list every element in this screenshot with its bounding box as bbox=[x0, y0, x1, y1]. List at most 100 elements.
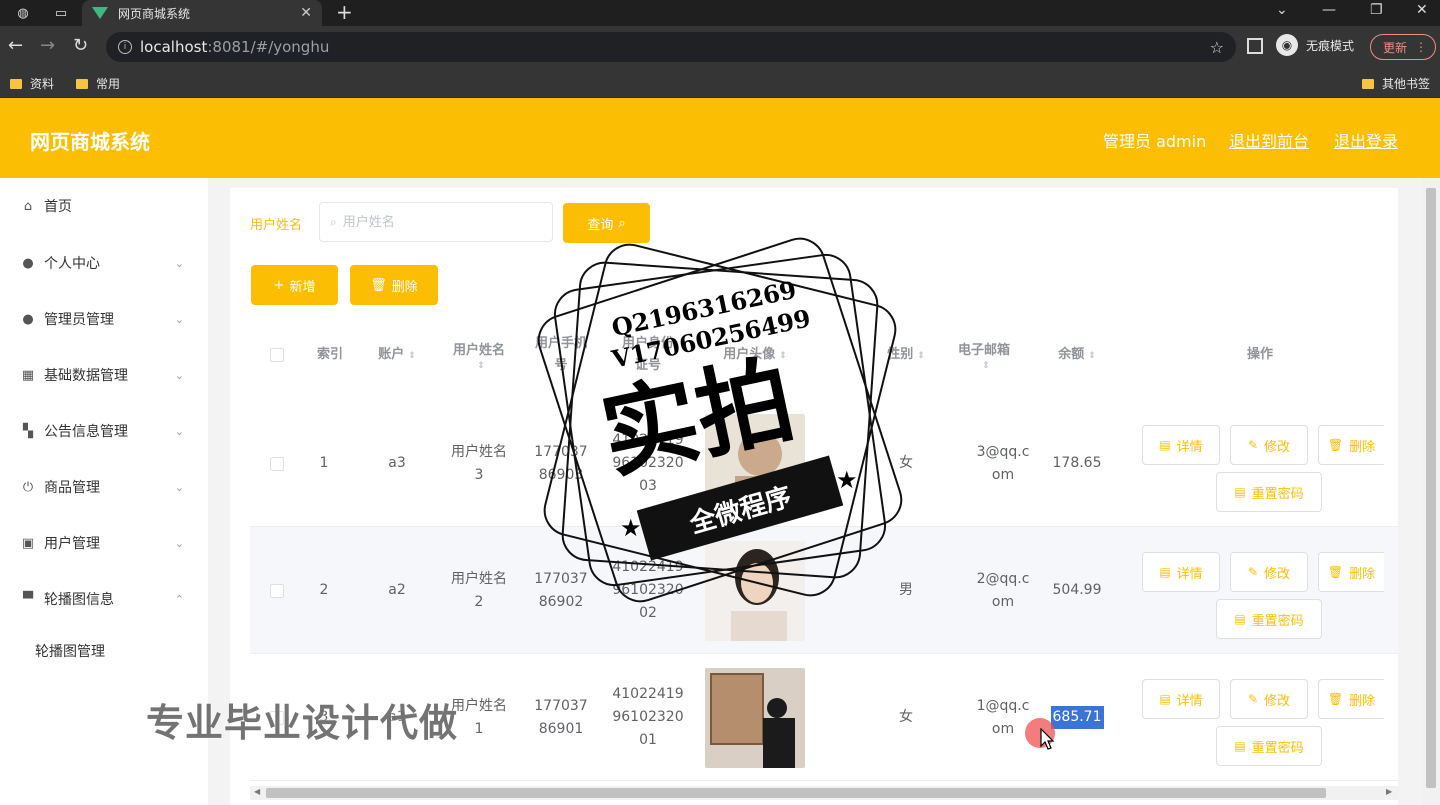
minimize-icon[interactable]: — bbox=[1322, 2, 1336, 18]
search-icon: ⌕ bbox=[618, 215, 626, 231]
incognito-label: 无痕模式 bbox=[1306, 38, 1355, 53]
header-avatar[interactable]: 用户头像 ⇕ bbox=[694, 310, 816, 400]
cell-email: 3@qq.com bbox=[976, 443, 1030, 483]
trash-icon: 🗑 bbox=[1327, 438, 1344, 452]
bookmark-label: 常用 bbox=[96, 77, 121, 91]
edit-button[interactable]: ✎ 修改 bbox=[1230, 425, 1308, 465]
sidebar-item-profile[interactable]: ● 个人中心 ⌄ bbox=[0, 235, 208, 291]
folder-icon bbox=[1362, 78, 1374, 89]
sidebar-subitem-carousel-manage[interactable]: 轮播图管理 bbox=[0, 626, 208, 676]
row-checkbox[interactable] bbox=[270, 456, 284, 471]
star-icon[interactable]: ☆ bbox=[1210, 38, 1224, 57]
header-phone[interactable]: 用户手机号 bbox=[520, 310, 602, 400]
update-button[interactable]: 更新 ⋮ bbox=[1370, 34, 1436, 60]
document-icon: ▤ bbox=[1159, 692, 1171, 706]
table-header: 索引 账户 ⇕ 用户姓名 ⇕ 用户手机号 用户身份证号 用户头像 ⇕ 性别 ⇕ 电子邮箱… bbox=[250, 310, 1398, 400]
tab-search-icon[interactable]: ▭ bbox=[52, 4, 70, 22]
row-select[interactable] bbox=[250, 400, 304, 527]
other-bookmarks[interactable]: 其他书签 bbox=[1362, 75, 1430, 92]
power-icon: ⏻ bbox=[22, 479, 34, 495]
bookmark-folder[interactable]: 常用 bbox=[76, 75, 120, 92]
cell-balance: 685.71 bbox=[1032, 654, 1122, 781]
delete-button[interactable]: 🗑 删除 bbox=[350, 265, 438, 305]
header-idcard[interactable]: 用户身份证号 bbox=[602, 310, 694, 400]
chevron-down-icon[interactable]: ⌄ bbox=[1276, 2, 1288, 18]
vertical-scrollbar[interactable] bbox=[1422, 178, 1440, 805]
edit-button[interactable]: ✎ 修改 bbox=[1230, 552, 1308, 592]
scroll-thumb[interactable] bbox=[266, 788, 1326, 798]
detail-button[interactable]: ▤ 详情 bbox=[1142, 552, 1220, 592]
vue-logo-icon bbox=[92, 7, 108, 19]
tab-active[interactable]: 网页商城系统 ✕ bbox=[82, 0, 322, 26]
avatar-image[interactable] bbox=[705, 540, 805, 641]
sidebar-item-home[interactable]: ⌂ 首页 bbox=[0, 178, 208, 234]
back-icon[interactable]: ← bbox=[8, 36, 23, 56]
row-delete-button[interactable]: 🗑 删除 bbox=[1318, 425, 1384, 465]
row-delete-button[interactable]: 🗑 删除 bbox=[1318, 679, 1384, 719]
close-icon[interactable]: ✕ bbox=[300, 5, 312, 21]
sidebar-item-carousel[interactable]: ▀ 轮播图信息 ⌃ bbox=[0, 571, 208, 627]
query-button[interactable]: 查询 ⌕ bbox=[563, 203, 650, 243]
avatar-image[interactable] bbox=[705, 413, 805, 514]
sidebar-item-label: 基础数据管理 bbox=[44, 368, 128, 384]
reload-icon[interactable]: ↻ bbox=[73, 36, 88, 56]
header-name[interactable]: 用户姓名 ⇕ bbox=[438, 310, 520, 400]
cell-email: 1@qq.com bbox=[976, 697, 1030, 737]
info-icon[interactable]: i bbox=[118, 40, 132, 54]
search-label: 用户姓名 bbox=[250, 218, 303, 233]
url-host: localhost bbox=[140, 38, 208, 56]
header-email[interactable]: 电子邮箱 ⇕ bbox=[936, 310, 1032, 400]
add-button[interactable]: + 新增 bbox=[251, 265, 338, 305]
maximize-icon[interactable]: ❐ bbox=[1370, 2, 1383, 18]
to-front-link[interactable]: 退出到前台 bbox=[1229, 128, 1309, 152]
document-icon: ▤ bbox=[1159, 438, 1171, 452]
cell-balance: 178.65 bbox=[1052, 455, 1102, 471]
sidebar-item-basedata[interactable]: ▦ 基础数据管理 ⌄ bbox=[0, 347, 208, 403]
sidebar-item-admins[interactable]: ● 管理员管理 ⌄ bbox=[0, 291, 208, 347]
sidebar-item-notices[interactable]: ▚ 公告信息管理 ⌄ bbox=[0, 403, 208, 459]
detail-button[interactable]: ▤ 详情 bbox=[1142, 679, 1220, 719]
edit-button[interactable]: ✎ 修改 bbox=[1230, 679, 1308, 719]
reset-password-button[interactable]: ▤ 重置密码 bbox=[1216, 472, 1322, 512]
header-balance[interactable]: 余额 ⇕ bbox=[1032, 310, 1122, 400]
row-checkbox[interactable] bbox=[270, 583, 284, 598]
header-select-all[interactable] bbox=[250, 310, 304, 400]
forward-icon[interactable]: → bbox=[40, 36, 55, 56]
app-title: 网页商城系统 bbox=[30, 130, 150, 154]
sort-icon: ⇕ bbox=[917, 351, 925, 361]
sidebar-item-label: 管理员管理 bbox=[44, 312, 114, 328]
detail-button[interactable]: ▤ 详情 bbox=[1142, 425, 1220, 465]
sidebar-item-users[interactable]: ▣ 用户管理 ⌄ bbox=[0, 515, 208, 571]
chevron-up-icon: ⌃ bbox=[174, 592, 184, 606]
scroll-thumb[interactable] bbox=[1426, 188, 1436, 788]
logout-link[interactable]: 退出登录 bbox=[1334, 128, 1398, 152]
document-icon: ▤ bbox=[1234, 739, 1246, 753]
scroll-left-icon[interactable]: ◀ bbox=[254, 787, 260, 796]
new-tab-icon[interactable]: + bbox=[336, 2, 353, 22]
cell-phone: 17703786902 bbox=[534, 570, 588, 610]
sidebar-item-label: 首页 bbox=[44, 199, 72, 215]
add-label: 新增 bbox=[289, 279, 316, 295]
incognito-indicator[interactable]: ◉ 无痕模式 bbox=[1276, 34, 1354, 56]
horizontal-scrollbar[interactable]: ◀ ▶ bbox=[250, 786, 1398, 800]
row-delete-button[interactable]: 🗑 删除 bbox=[1318, 552, 1384, 592]
document-icon: ▤ bbox=[1234, 485, 1246, 499]
avatar-image[interactable] bbox=[705, 667, 805, 768]
reset-password-button[interactable]: ▤ 重置密码 bbox=[1216, 599, 1322, 639]
globe-icon[interactable]: ◍ bbox=[14, 4, 32, 22]
scroll-right-icon[interactable]: ▶ bbox=[1386, 787, 1392, 796]
search-icon: ⌕ bbox=[330, 214, 337, 229]
bookmark-folder[interactable]: 资料 bbox=[10, 75, 54, 92]
side-panel-icon[interactable] bbox=[1247, 38, 1263, 54]
search-field[interactable]: ⌕ bbox=[319, 202, 553, 242]
header-gender[interactable]: 性别 ⇕ bbox=[876, 310, 936, 400]
window-close-icon[interactable]: ✕ bbox=[1416, 2, 1428, 18]
sidebar-item-goods[interactable]: ⏻ 商品管理 ⌄ bbox=[0, 459, 208, 515]
select-all-checkbox[interactable] bbox=[270, 348, 284, 362]
row-select[interactable] bbox=[250, 527, 304, 654]
url-input[interactable]: i localhost:8081/#/yonghu ☆ bbox=[106, 32, 1236, 62]
search-input[interactable] bbox=[342, 214, 533, 230]
cell-phone: 17703786901 bbox=[534, 697, 588, 737]
reset-password-button[interactable]: ▤ 重置密码 bbox=[1216, 726, 1322, 766]
header-account[interactable]: 账户 ⇕ bbox=[356, 310, 438, 400]
